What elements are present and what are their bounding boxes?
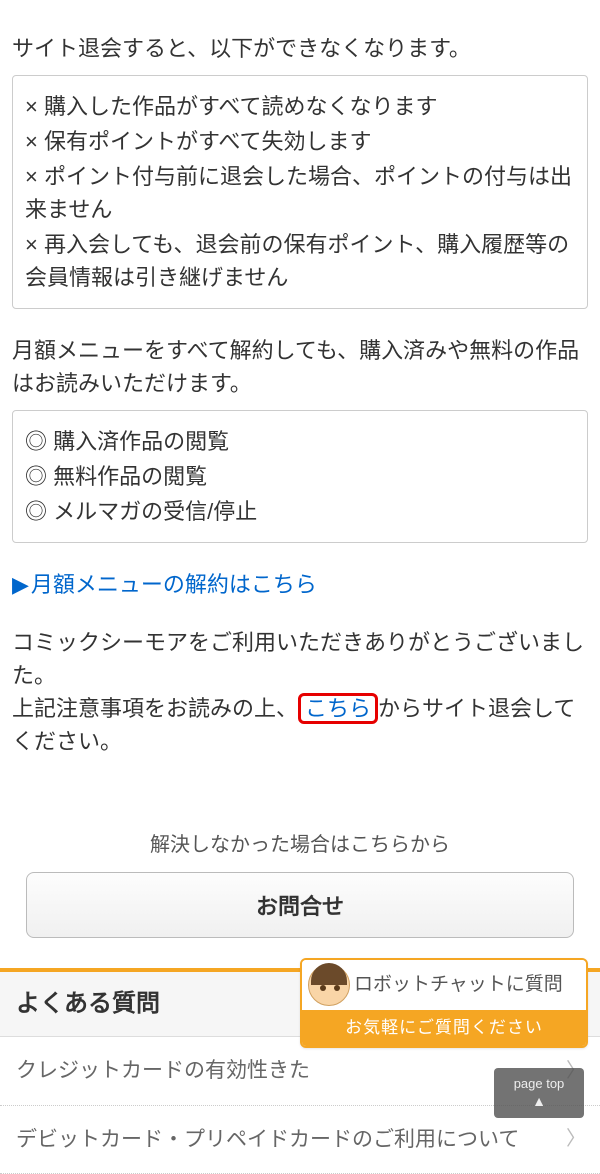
inquiry-button[interactable]: お問合せ [26,872,573,938]
withdrawal-item: × ポイント付与前に退会した場合、ポイントの付与は出来ません [25,160,575,226]
chevron-right-icon: 〉 [566,1124,586,1154]
monthly-item: ◎ 購入済作品の閲覧 [25,425,575,458]
withdraw-here-link[interactable]: こちら [298,693,378,724]
thanks-line1: コミックシーモアをご利用いただきありがとうございました。 [12,630,584,688]
withdrawal-item: × 保有ポイントがすべて失効します [25,125,575,158]
withdrawal-item: × 再入会しても、退会前の保有ポイント、購入履歴等の会員情報は引き継げません [25,228,575,294]
withdrawal-intro: サイト退会すると、以下ができなくなります。 [12,32,588,65]
monthly-box: ◎ 購入済作品の閲覧 ◎ 無料作品の閲覧 ◎ メルマガの受信/停止 [12,410,588,543]
triangle-right-icon: ▶ [12,572,29,597]
avatar-icon [308,964,350,1006]
cancel-monthly-link[interactable]: 月額メニューの解約はこちら [31,572,317,597]
page-top-button[interactable]: page top ▲ [494,1068,584,1118]
withdrawal-box: × 購入した作品がすべて読めなくなります × 保有ポイントがすべて失効します ×… [12,75,588,309]
monthly-item: ◎ 無料作品の閲覧 [25,460,575,493]
chat-subtitle: お気軽にご質問ください [302,1010,586,1046]
monthly-item: ◎ メルマガの受信/停止 [25,495,575,528]
thanks-line2-pre: 上記注意事項をお読みの上、 [12,696,298,721]
faq-item-label: デビットカード・プリペイドカードのご利用について [16,1128,519,1151]
monthly-intro: 月額メニューをすべて解約しても、購入済みや無料の作品はお読みいただけます。 [12,334,588,400]
faq-item-label: クレジットカードの有効性きた [16,1059,310,1082]
thanks-block: コミックシーモアをご利用いただきありがとうございました。 上記注意事項をお読みの… [12,626,588,758]
chat-widget[interactable]: ロボットチャットに質問 お気軽にご質問ください [300,958,588,1048]
triangle-up-icon: ▲ [494,1094,584,1108]
cancel-monthly-link-row: ▶月額メニューの解約はこちら [12,568,588,601]
chat-title: ロボットチャットに質問 [354,971,563,1000]
withdrawal-item: × 購入した作品がすべて読めなくなります [25,90,575,123]
page-top-label: page top [494,1074,584,1094]
inquiry-label: 解決しなかった場合はこちらから [12,830,588,860]
